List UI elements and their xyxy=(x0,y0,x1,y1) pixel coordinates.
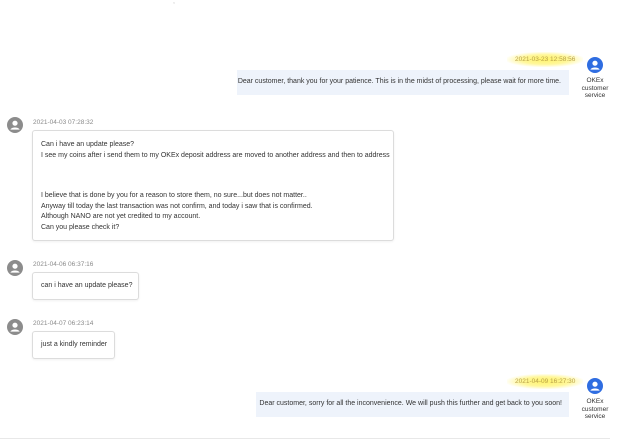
agent-name-line: customer xyxy=(581,84,609,92)
user-avatar-icon xyxy=(7,260,23,276)
message-timestamp: 2021-04-07 06:23:14 xyxy=(33,320,94,327)
agent-name-label: OKEx customer service xyxy=(580,398,610,421)
message-line: Although NANO are not yet credited to my… xyxy=(41,213,201,220)
agent-name-line: service xyxy=(584,92,606,99)
message-timestamp: 2021-04-06 06:37:16 xyxy=(33,261,94,268)
message-timestamp: 2021-04-09 16:27:30 xyxy=(507,374,584,389)
agent-name-line: OKEx xyxy=(586,398,604,405)
message-text: I believe that is done by you for a reas… xyxy=(41,191,313,233)
agent-avatar-icon xyxy=(587,378,603,394)
message-text: Can i have an update please? I see my co… xyxy=(41,140,390,161)
message-text: just a kindly reminder xyxy=(41,341,108,348)
message-line: I see my coins after i send them to my O… xyxy=(41,151,390,159)
agent-name-line: OKEx xyxy=(586,77,604,84)
message-timestamp: 2021-03-23 12:58:56 xyxy=(507,52,584,67)
agent-name-label: OKEx customer service xyxy=(580,77,610,100)
message-line: Can i have an update please? xyxy=(41,141,135,148)
user-bubble: just a kindly reminder xyxy=(32,331,115,359)
agent-avatar-icon xyxy=(587,57,603,73)
agent-bubble: Dear customer, sorry for all the inconve… xyxy=(256,392,569,417)
agent-name-line: customer xyxy=(581,405,609,413)
message-line: Anyway till today the last transaction w… xyxy=(41,202,313,210)
message-text: Dear customer, thank you for your patien… xyxy=(237,78,561,86)
message-text: can i have an update please? xyxy=(41,282,133,289)
message-timestamp: 2021-04-03 07:28:32 xyxy=(33,119,94,126)
user-avatar-icon xyxy=(7,117,23,133)
user-avatar-icon xyxy=(7,319,23,335)
message-text: Dear customer, sorry for all the inconve… xyxy=(259,400,562,408)
agent-bubble: Dear customer, thank you for your patien… xyxy=(237,70,569,95)
agent-name-line: service xyxy=(584,413,606,420)
chat-window: , 2021-03-23 12:58:56 Dear customer, tha… xyxy=(0,0,640,441)
message-line: Can you please check it? xyxy=(41,223,120,231)
user-bubble: Can i have an update please? I see my co… xyxy=(32,130,394,241)
divider xyxy=(0,438,610,439)
header-fragment: , xyxy=(173,0,175,5)
message-line: I believe that is done by you for a reas… xyxy=(41,192,307,199)
user-bubble: can i have an update please? xyxy=(32,272,139,300)
